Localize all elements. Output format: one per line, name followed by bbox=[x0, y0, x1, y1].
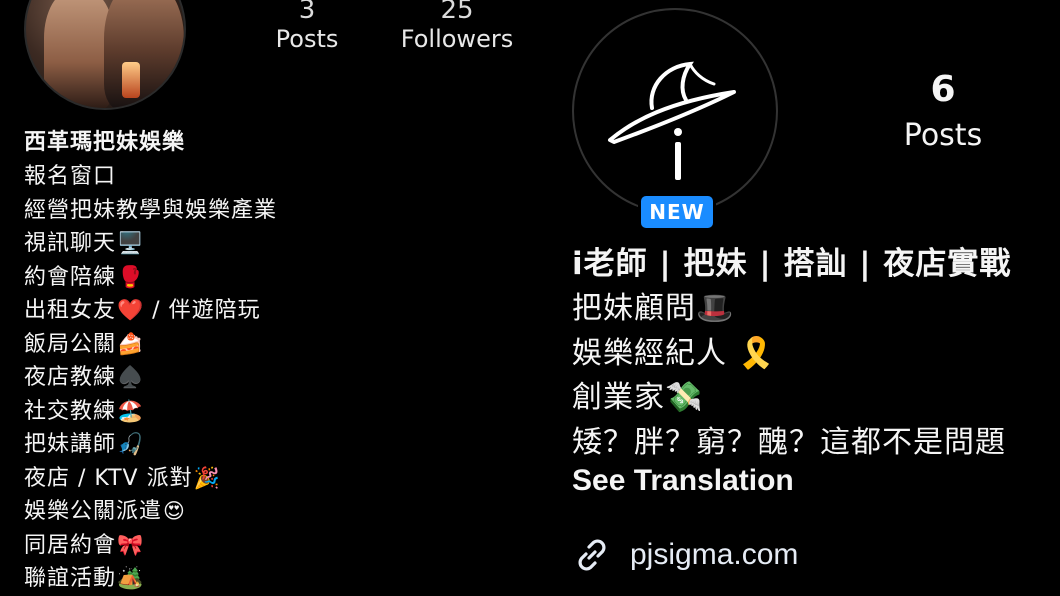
bio-text: 同居約會 bbox=[24, 532, 117, 558]
bio-line: 聯誼活動🏕️ bbox=[24, 562, 277, 596]
bio-line: 把妹顧問🎩 bbox=[572, 287, 1006, 332]
link-text: pjsigma.com bbox=[630, 538, 799, 571]
bio-text: 創業家 bbox=[572, 380, 665, 415]
money-wings-icon: 💸 bbox=[665, 380, 704, 415]
bio-text: 夜店 / KTV 派對 bbox=[24, 465, 193, 491]
posts-stat-right[interactable]: 6 Posts bbox=[888, 70, 998, 156]
avatar-figure-man bbox=[104, 0, 184, 108]
bio-line: 報名窗口 bbox=[24, 160, 277, 194]
bio-line: 娛樂經紀人 🎗️ bbox=[572, 332, 1006, 377]
link-chain-icon bbox=[578, 539, 606, 571]
profile-link[interactable]: pjsigma.com bbox=[572, 533, 798, 577]
posts-label: Posts bbox=[275, 25, 339, 53]
bio-line: 社交教練🏖️ bbox=[24, 395, 277, 429]
bio-line: 視訊聊天🖥️ bbox=[24, 227, 277, 261]
profile-name-left: 西革瑪把妹娛樂 bbox=[24, 130, 186, 155]
heart-icon: ❤️ bbox=[117, 298, 145, 322]
computer-icon: 🖥️ bbox=[117, 231, 145, 255]
posts-label: Posts bbox=[903, 118, 983, 153]
spade-icon: ♠️ bbox=[117, 365, 145, 389]
ribbon-icon: 🎀 bbox=[117, 532, 145, 557]
camping-icon: 🏕️ bbox=[117, 566, 145, 590]
posts-count: 3 bbox=[298, 0, 316, 25]
posts-count: 6 bbox=[930, 69, 956, 110]
bio-text: 把妹顧問 bbox=[572, 291, 696, 326]
bio-text: 經營把妹教學與娛樂產業 bbox=[24, 197, 278, 223]
cake-icon: 🍰 bbox=[117, 331, 145, 356]
bio-text: 約會陪練 bbox=[24, 264, 117, 290]
bio-line: 娛樂公關派遣😍 bbox=[24, 495, 277, 529]
bio-line: 經營把妹教學與娛樂產業 bbox=[24, 194, 277, 228]
fishing-pole-icon: 🎣 bbox=[117, 432, 145, 456]
bio-line: 飯局公關🍰 bbox=[24, 328, 277, 362]
bio-line: 出租女友❤️ / 伴遊陪玩 bbox=[24, 294, 277, 328]
bio-suffix: / 伴遊陪玩 bbox=[144, 298, 261, 323]
beach-umbrella-icon: 🏖️ bbox=[117, 398, 145, 423]
bio-text: 娛樂公關派遣 bbox=[24, 499, 163, 524]
bio-text: 夜店教練 bbox=[24, 365, 117, 390]
bio-text: 娛樂經紀人 bbox=[572, 335, 727, 371]
profile-avatar-left[interactable] bbox=[24, 0, 186, 110]
followers-stat-left[interactable]: 25 Followers bbox=[392, 0, 522, 54]
bio-line: 同居約會🎀 bbox=[24, 529, 277, 563]
hat-i-logo-icon bbox=[608, 61, 736, 180]
followers-label: Followers bbox=[400, 25, 514, 53]
heart-eyes-icon: 😍 bbox=[163, 499, 186, 523]
awareness-ribbon-icon: 🎗️ bbox=[727, 335, 776, 371]
bio-line: 夜店教練♠️ bbox=[24, 361, 277, 395]
bio-line: 約會陪練🥊 bbox=[24, 261, 277, 295]
bio-line: 夜店 / KTV 派對🎉 bbox=[24, 462, 277, 496]
bio-list-left: 報名窗口 經營把妹教學與娛樂產業 視訊聊天🖥️ 約會陪練🥊 出租女友❤️ / 伴… bbox=[24, 160, 277, 596]
bio-text: 視訊聊天 bbox=[24, 231, 117, 256]
bio-line: 矮？胖？窮？醜？這都不是問題 bbox=[572, 421, 1006, 466]
bio-text: 把妹講師 bbox=[24, 432, 117, 457]
bio-line: 把妹講師🎣 bbox=[24, 428, 277, 462]
bio-text: 報名窗口 bbox=[24, 164, 117, 189]
party-popper-icon: 🎉 bbox=[193, 465, 221, 490]
profile-name-right: i老師 | 把妹 | 搭訕 | 夜店實戰 bbox=[572, 246, 1012, 282]
posts-stat-left[interactable]: 3 Posts bbox=[262, 0, 352, 54]
bio-text: 飯局公關 bbox=[24, 331, 117, 357]
bio-list-right: 把妹顧問🎩 娛樂經紀人 🎗️ 創業家💸 矮？胖？窮？醜？這都不是問題 bbox=[572, 287, 1006, 465]
right-profile: NEW 6 Posts i老師 | 把妹 | 搭訕 | 夜店實戰 把妹顧問🎩 娛… bbox=[540, 0, 1060, 596]
top-hat-icon: 🎩 bbox=[696, 291, 735, 326]
profile-avatar-right[interactable] bbox=[572, 8, 778, 214]
bio-text: 聯誼活動 bbox=[24, 566, 117, 591]
boxing-glove-icon: 🥊 bbox=[117, 264, 145, 289]
new-badge: NEW bbox=[638, 193, 716, 231]
bio-text: 社交教練 bbox=[24, 398, 117, 424]
bio-line: 創業家💸 bbox=[572, 376, 1006, 421]
bio-text: 矮？胖？窮？醜？這都不是問題 bbox=[572, 424, 1006, 460]
bio-text: 出租女友 bbox=[24, 298, 117, 323]
avatar-drink-glass bbox=[122, 62, 140, 98]
followers-count: 25 bbox=[440, 0, 474, 25]
left-profile: 3 Posts 25 Followers 西革瑪把妹娛樂 報名窗口 經營把妹教學… bbox=[0, 0, 540, 596]
see-translation-button[interactable]: See Translation bbox=[572, 464, 794, 498]
